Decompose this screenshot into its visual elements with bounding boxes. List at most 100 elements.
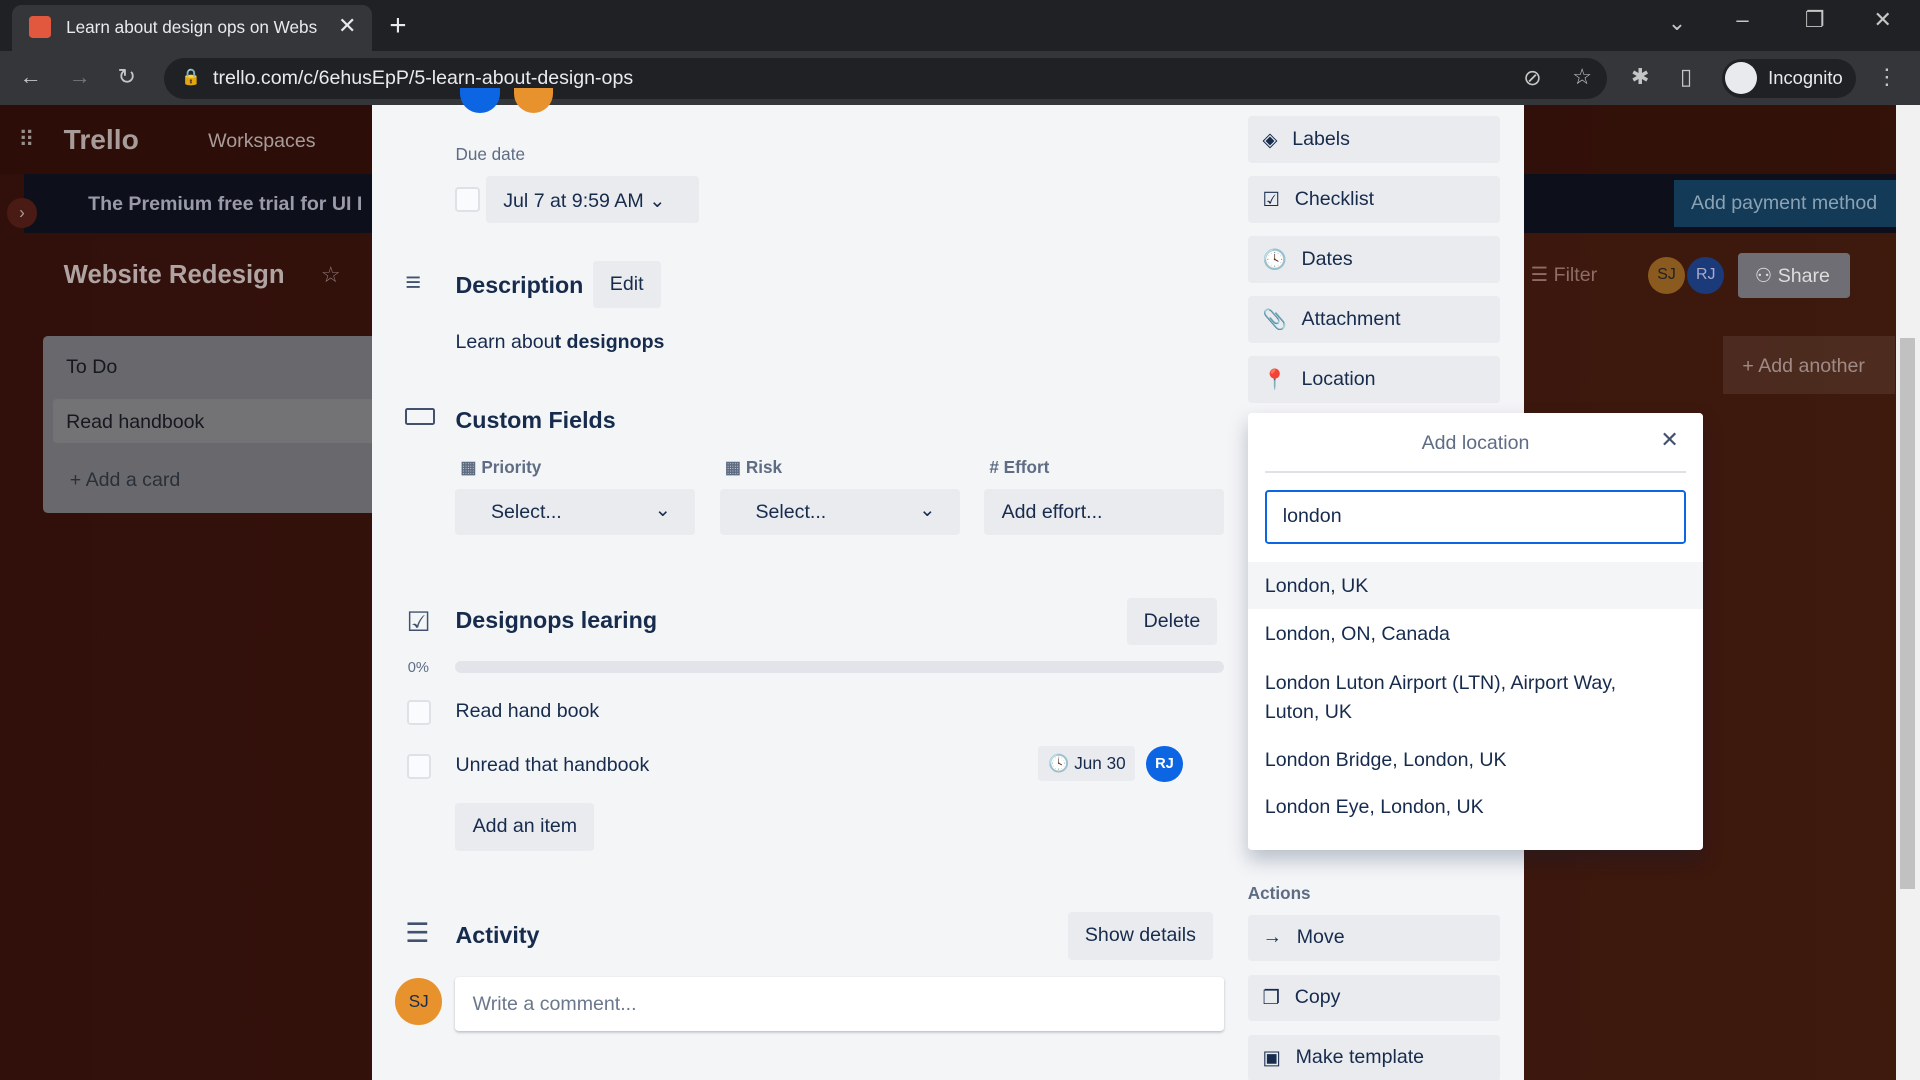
description-text: Learn about designops — [455, 330, 665, 353]
clock-icon: 🕓 — [1262, 248, 1287, 271]
profile-label: Incognito — [1768, 67, 1843, 89]
workspaces-menu[interactable]: Workspaces — [208, 130, 315, 153]
tab-search-icon[interactable]: ⌄ — [1668, 10, 1686, 36]
add-another-list[interactable]: + Add another — [1722, 335, 1896, 395]
banner-text: The Premium free trial for UI I — [88, 193, 363, 216]
forward-icon[interactable]: → — [69, 64, 91, 90]
map-pin-icon: 📍 — [1262, 368, 1287, 391]
new-tab-icon[interactable]: + — [389, 9, 406, 43]
restore-icon[interactable]: ❐ — [1805, 7, 1825, 33]
extensions-icon[interactable]: ✱ — [1631, 64, 1649, 90]
copy-button[interactable]: ❐ Copy — [1247, 974, 1500, 1022]
delete-checklist-button[interactable]: Delete — [1126, 597, 1218, 645]
filter-button[interactable]: ☰ Filter — [1531, 263, 1598, 287]
activity-title: Activity — [455, 922, 540, 949]
filter-label: Filter — [1553, 264, 1598, 287]
add-card-button[interactable]: + Add a card — [70, 469, 181, 492]
back-icon[interactable]: ← — [20, 64, 42, 90]
trello-favicon — [29, 15, 52, 38]
due-date-label: Due date — [455, 144, 525, 165]
add-checklist-item-button[interactable]: Add an item — [455, 803, 595, 851]
url-text: trello.com/c/6ehusEpP/5-learn-about-desi… — [213, 67, 634, 90]
template-icon: ▣ — [1262, 1046, 1281, 1069]
trello-logo[interactable]: Trello — [64, 124, 139, 156]
checklist-item-checkbox[interactable] — [406, 754, 431, 779]
actions-label: Actions — [1247, 882, 1311, 903]
location-suggestion[interactable]: London Luton Airport (LTN), Airport Way, — [1265, 669, 1616, 698]
custom-fields-icon — [405, 407, 435, 425]
description-icon: ≡ — [405, 266, 421, 297]
apps-grid-icon[interactable]: ⠿ — [18, 127, 34, 153]
todo-list: To Do Read handbook + Add a card — [42, 335, 386, 514]
checklist-item[interactable]: Unread that handbook — [455, 754, 649, 777]
lock-icon: 🔒 — [181, 69, 202, 87]
arrow-right-icon: → — [1262, 926, 1283, 949]
checklist-progress-bar — [455, 661, 1225, 674]
sidebar-dates-button[interactable]: 🕓 Dates — [1247, 236, 1500, 283]
location-search-input[interactable]: london — [1264, 489, 1687, 544]
description-title: Description — [455, 271, 584, 298]
card-read-handbook[interactable]: Read handbook — [52, 399, 386, 444]
member-avatar-rj[interactable]: RJ — [1687, 257, 1725, 294]
paperclip-icon: 📎 — [1262, 308, 1287, 331]
minimize-icon[interactable]: – — [1736, 7, 1748, 33]
make-template-button[interactable]: ▣ Make template — [1247, 1034, 1500, 1080]
custom-fields-title: Custom Fields — [455, 406, 616, 433]
show-details-button[interactable]: Show details — [1067, 912, 1214, 960]
risk-select[interactable]: Select... ⌄ — [719, 488, 960, 536]
priority-select[interactable]: Select... ⌄ — [455, 488, 696, 536]
location-suggestion[interactable]: London, ON, Canada — [1265, 620, 1450, 649]
eye-off-icon[interactable]: ⊘ — [1523, 65, 1541, 91]
chevron-right-icon[interactable]: › — [7, 198, 37, 228]
due-complete-checkbox[interactable] — [455, 187, 480, 212]
location-suggestion[interactable]: Luton, UK — [1265, 698, 1352, 727]
card-avatar-blue — [460, 88, 500, 113]
browser-tab[interactable]: Learn about design ops on Webs ✕ — [12, 4, 373, 52]
item-due-badge[interactable]: 🕓 Jun 30 — [1038, 745, 1136, 782]
close-window-icon[interactable]: ✕ — [1873, 7, 1891, 33]
user-avatar: SJ — [395, 978, 442, 1025]
checklist-title: Designops learing — [455, 607, 658, 634]
location-suggestion[interactable]: London Bridge, London, UK — [1265, 746, 1507, 775]
sidebar-labels-button[interactable]: ◈ Labels — [1247, 116, 1500, 163]
comment-input[interactable]: Write a comment... — [455, 977, 1225, 1031]
member-avatar-sj[interactable]: SJ — [1648, 257, 1685, 294]
sidebar-location-button[interactable]: 📍 Location — [1247, 356, 1500, 403]
popover-title: Add location — [1421, 432, 1530, 455]
checklist-icon: ☑ — [1262, 188, 1280, 211]
field-effort-label: # Effort — [989, 456, 1050, 477]
tag-icon: ◈ — [1262, 128, 1278, 151]
effort-input[interactable]: Add effort... — [984, 488, 1225, 536]
side-panel-icon[interactable]: ▯ — [1680, 64, 1692, 90]
add-card-label: Add a card — [85, 468, 181, 491]
board-title[interactable]: Website Redesign — [64, 261, 285, 290]
copy-icon: ❐ — [1262, 986, 1280, 1009]
share-button[interactable]: ⚇ Share — [1737, 253, 1851, 298]
add-payment-button[interactable]: Add payment method — [1673, 180, 1896, 227]
page-scrollbar[interactable] — [1895, 105, 1920, 1080]
field-priority-label: ▦ Priority — [460, 456, 542, 477]
profile-button[interactable]: Incognito — [1721, 58, 1857, 98]
location-suggestion[interactable]: London, UK — [1265, 572, 1368, 601]
sidebar-attachment-button[interactable]: 📎 Attachment — [1247, 296, 1500, 343]
reload-icon[interactable]: ↻ — [118, 64, 136, 90]
bookmark-star-icon[interactable]: ☆ — [1572, 64, 1592, 90]
edit-description-button[interactable]: Edit — [592, 260, 661, 309]
move-button[interactable]: → Move — [1247, 914, 1500, 962]
close-tab-icon[interactable]: ✕ — [338, 13, 356, 39]
add-another-label: Add another — [1758, 355, 1865, 378]
location-suggestion[interactable]: London Eye, London, UK — [1265, 793, 1484, 822]
add-location-popover: Add location ✕ london London, UK London,… — [1247, 412, 1704, 850]
checklist-item[interactable]: Read hand book — [455, 700, 599, 723]
close-icon[interactable]: ✕ — [1660, 427, 1678, 453]
browser-menu-icon[interactable]: ⋮ — [1876, 64, 1898, 90]
sidebar-checklist-button[interactable]: ☑ Checklist — [1247, 176, 1500, 223]
star-board-icon[interactable]: ☆ — [321, 262, 341, 288]
due-date-button[interactable]: Jul 7 at 9:59 AM ⌄ — [486, 176, 700, 223]
checklist-item-checkbox[interactable] — [406, 700, 431, 725]
tab-title: Learn about design ops on Webs — [66, 17, 318, 38]
item-member-avatar[interactable]: RJ — [1146, 745, 1183, 783]
card-avatar-orange — [514, 88, 554, 113]
address-bar[interactable]: 🔒 trello.com/c/6ehusEpP/5-learn-about-de… — [164, 57, 1607, 100]
due-date-value: Jul 7 at 9:59 AM — [503, 189, 644, 212]
